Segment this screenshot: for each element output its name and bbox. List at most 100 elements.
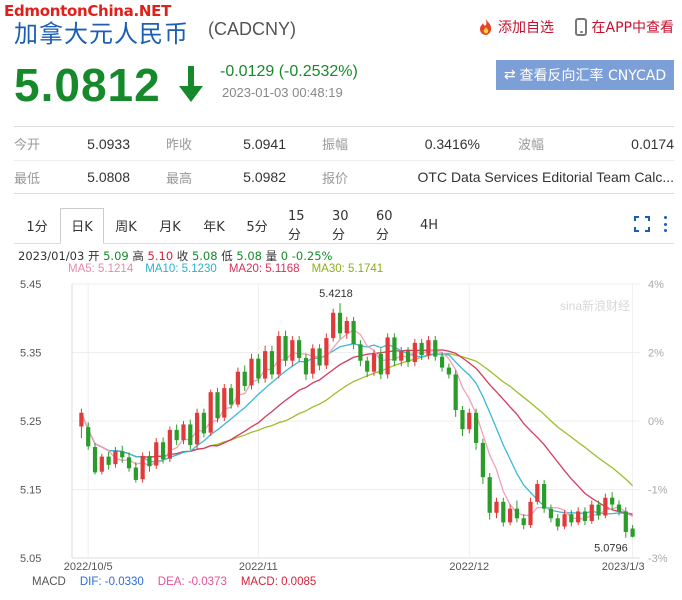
x-tick-label: 2022/12 bbox=[449, 561, 489, 573]
candle-body bbox=[569, 514, 574, 523]
tab-1min[interactable]: 1分 bbox=[14, 213, 60, 239]
candle-body bbox=[201, 412, 206, 434]
info-low-label: 低 bbox=[221, 249, 233, 263]
x-tick-label: 2023/1/3 bbox=[602, 561, 645, 573]
dif-value: DIF: -0.0330 bbox=[79, 576, 144, 588]
candle-body bbox=[154, 442, 159, 466]
tab-15min[interactable]: 15分 bbox=[278, 209, 322, 243]
quote-table: 今开 5.0933 昨收 5.0941 振幅 0.3416% 波幅 0.0174… bbox=[14, 126, 674, 194]
candle-body bbox=[365, 360, 370, 372]
chart-tools bbox=[634, 216, 668, 232]
candle-body bbox=[487, 477, 492, 513]
low-label: 最低 bbox=[14, 171, 41, 187]
candle-body bbox=[426, 340, 431, 356]
candle-body bbox=[528, 501, 533, 526]
open-in-app-label: 在APP中查看 bbox=[591, 20, 674, 36]
candle-body bbox=[467, 412, 472, 430]
candle-body bbox=[630, 528, 635, 537]
info-high: 5.10 bbox=[147, 249, 174, 263]
price-change: -0.0129 (-0.2532%) bbox=[220, 63, 358, 80]
ma-legend: MA5: 5.1214 MA10: 5.1230 MA20: 5.1168 MA… bbox=[68, 263, 383, 275]
macd-value: MACD: 0.0085 bbox=[240, 576, 317, 588]
info-close: 5.08 bbox=[191, 249, 218, 263]
candle-body bbox=[501, 501, 506, 523]
candle-body bbox=[405, 351, 411, 363]
info-open: 5.09 bbox=[103, 249, 129, 263]
candle-body bbox=[133, 467, 138, 480]
candle-body bbox=[147, 455, 152, 467]
candle-body bbox=[126, 457, 132, 469]
tab-yearly[interactable]: 年K bbox=[192, 213, 236, 239]
period-tabs: 1分 日K 周K 月K 年K 5分 15分 30分 60分 4H bbox=[14, 207, 674, 244]
candle-body bbox=[290, 340, 295, 361]
down-arrow-icon bbox=[179, 66, 203, 102]
site-watermark: EdmontonChina.NET bbox=[4, 2, 172, 20]
fullscreen-icon[interactable] bbox=[634, 216, 650, 232]
candle-body bbox=[235, 371, 241, 405]
ma10-value: MA10: 5.1230 bbox=[145, 263, 217, 275]
add-favorite-button[interactable]: 添加自选 bbox=[478, 17, 554, 37]
candle-body bbox=[446, 367, 451, 375]
candle-body bbox=[371, 353, 377, 372]
candle-body bbox=[229, 388, 234, 405]
tab-weekly[interactable]: 周K bbox=[104, 213, 148, 239]
candle-body bbox=[113, 451, 118, 465]
candle-body bbox=[555, 518, 560, 527]
candle-body bbox=[79, 412, 84, 427]
y-tick-label: 5.05 bbox=[20, 553, 41, 565]
source-label: 报价 bbox=[322, 171, 349, 187]
tab-60min[interactable]: 60分 bbox=[366, 209, 410, 243]
y-tick-label: 5.35 bbox=[20, 348, 41, 360]
candle-body bbox=[160, 442, 166, 460]
info-pct: -0.25% bbox=[291, 249, 333, 263]
flame-icon bbox=[480, 19, 492, 35]
candle-body bbox=[439, 356, 445, 368]
candle-body bbox=[480, 442, 485, 478]
info-volume-label: 量 bbox=[265, 249, 278, 263]
candle-body bbox=[576, 511, 581, 523]
info-open-label: 开 bbox=[87, 249, 100, 263]
candle-body bbox=[208, 392, 213, 433]
candle-body bbox=[222, 388, 227, 418]
candle-body bbox=[548, 508, 554, 519]
tab-5min[interactable]: 5分 bbox=[236, 213, 278, 239]
candle-body bbox=[460, 410, 465, 430]
more-options-icon[interactable] bbox=[664, 216, 668, 232]
tab-monthly[interactable]: 月K bbox=[148, 213, 192, 239]
info-close-label: 收 bbox=[176, 249, 189, 263]
x-tick-label: 2022/10/5 bbox=[64, 561, 113, 573]
ohlc-info: 2023/01/03 开 5.09 高 5.10 收 5.08 低 5.08 量… bbox=[18, 248, 332, 264]
info-high-label: 高 bbox=[132, 249, 144, 263]
candle-body bbox=[106, 456, 111, 465]
candle-body bbox=[174, 429, 179, 441]
candle-body bbox=[473, 412, 479, 443]
open-value: 5.0933 bbox=[87, 135, 130, 152]
candle-body bbox=[276, 336, 281, 375]
quote-row: 今开 5.0933 昨收 5.0941 振幅 0.3416% 波幅 0.0174 bbox=[14, 127, 674, 160]
tab-daily[interactable]: 日K bbox=[60, 207, 104, 244]
open-in-app-button[interactable]: 在APP中查看 bbox=[574, 17, 674, 37]
y-right-tick-label: -3% bbox=[648, 553, 668, 565]
prev-close-label: 昨收 bbox=[166, 138, 193, 153]
candle-body bbox=[283, 336, 288, 361]
candle-body bbox=[453, 374, 458, 411]
candle-body bbox=[92, 447, 98, 473]
candlestick-chart[interactable]: 5.45 4% 5.35 2% 5.25 0% 5.15 -1% 5.05 -3% 2022/10/… bbox=[14, 276, 674, 576]
candle-body bbox=[351, 320, 356, 345]
candle-body bbox=[392, 337, 397, 361]
info-volume: 0 bbox=[280, 249, 289, 263]
candle-body bbox=[140, 455, 145, 480]
candle-body bbox=[86, 427, 91, 447]
tab-4h[interactable]: 4H bbox=[410, 213, 448, 239]
candle-body bbox=[562, 514, 567, 527]
tab-30min[interactable]: 30分 bbox=[322, 209, 366, 243]
candle-body bbox=[194, 412, 200, 445]
candle-body bbox=[181, 424, 186, 441]
candle-body bbox=[623, 511, 628, 532]
reverse-rate-label: 查看反向汇率 CNYCAD bbox=[519, 68, 667, 84]
y-tick-label: 5.45 bbox=[20, 279, 41, 291]
ma5-value: MA5: 5.1214 bbox=[68, 263, 134, 275]
candle-body bbox=[324, 338, 329, 366]
reverse-rate-button[interactable]: ⇄ 查看反向汇率 CNYCAD bbox=[496, 60, 674, 90]
candle-body bbox=[269, 351, 275, 375]
